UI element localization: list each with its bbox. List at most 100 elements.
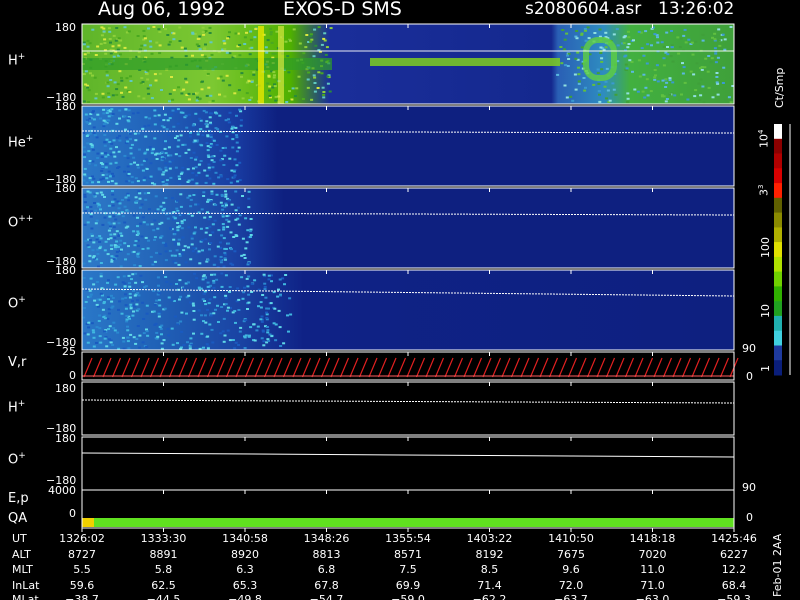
heatmap-cell xyxy=(179,320,183,323)
heatmap-cell xyxy=(126,336,130,339)
heatmap-cell xyxy=(247,206,251,209)
heatmap-cell xyxy=(175,207,179,210)
heatmap-cell xyxy=(83,156,87,159)
heatmap-cell xyxy=(126,157,130,160)
heatmap-cell xyxy=(679,37,683,40)
heatmap-cell xyxy=(198,48,202,51)
heatmap-cell xyxy=(714,61,718,64)
heatmap-cell xyxy=(204,123,208,125)
heatmap-cell xyxy=(94,97,98,100)
heatmap-cell xyxy=(252,73,256,76)
heatmap-cell xyxy=(88,117,92,120)
heatmap-cell xyxy=(86,244,90,247)
heatmap-cell xyxy=(253,279,257,282)
heatmap-cell xyxy=(83,332,87,335)
heatmap-cell xyxy=(85,84,89,87)
heatmap-cell xyxy=(170,76,173,78)
heatmap-cell xyxy=(133,161,136,164)
heatmap-cell xyxy=(180,92,184,95)
heatmap-cell xyxy=(97,205,101,208)
heatmap-cell xyxy=(180,252,184,255)
heatmap-cell xyxy=(240,72,244,75)
heatmap-cell xyxy=(102,125,106,128)
heatmap-cell xyxy=(99,292,103,295)
colorbar-swatch xyxy=(774,345,782,361)
heatmap-cell xyxy=(95,341,98,344)
heatmap-cell xyxy=(119,39,123,42)
heatmap-cell xyxy=(104,240,108,243)
footer-cell: 8571 xyxy=(394,548,422,561)
heatmap-cell xyxy=(706,70,710,73)
heatmap-cell xyxy=(583,28,587,30)
heatmap-cell xyxy=(197,250,201,253)
heatmap-cell xyxy=(192,304,196,307)
heatmap-cell xyxy=(257,305,260,308)
heatmap-cell xyxy=(123,115,127,118)
heatmap-cell xyxy=(180,222,184,225)
heatmap-cell xyxy=(127,199,131,202)
heatmap-cell xyxy=(103,141,107,144)
heatmap-cell xyxy=(130,175,134,178)
heatmap-cell xyxy=(246,285,250,288)
heatmap-cell xyxy=(627,36,631,39)
heatmap-cell xyxy=(107,279,110,282)
heatmap-cell xyxy=(130,278,133,281)
heatmap-cell xyxy=(86,86,90,89)
heatmap-cell xyxy=(90,322,94,325)
heatmap-cell xyxy=(92,283,96,286)
o-plus-2-trace xyxy=(81,452,735,458)
heatmap-cell xyxy=(198,262,202,265)
heatmap-cell xyxy=(102,119,106,122)
heatmap-cell xyxy=(673,94,677,97)
h-plus-2-trace xyxy=(81,399,735,404)
heatmap-cell xyxy=(222,237,226,240)
heatmap-cell xyxy=(288,90,291,93)
heatmap-cell xyxy=(177,175,181,178)
heatmap-cell xyxy=(210,328,214,331)
heatmap-cell xyxy=(125,318,129,321)
heatmap-cell xyxy=(103,38,107,41)
heatmap-cell xyxy=(124,296,128,299)
heatmap-cell xyxy=(248,99,252,101)
heatmap-cell xyxy=(676,36,680,39)
heatmap-cell xyxy=(221,223,225,226)
heatmap-cell xyxy=(87,150,91,153)
heatmap-cell xyxy=(206,281,210,284)
heatmap-cell xyxy=(210,53,214,56)
heatmap-cell xyxy=(82,316,86,319)
heatmap-cell xyxy=(92,331,96,334)
heatmap-cell xyxy=(158,152,162,155)
heatmap-cell xyxy=(157,299,161,302)
heatmap-cell xyxy=(95,281,99,283)
colorbar-tick-100: 100 xyxy=(759,237,772,258)
heatmap-cell xyxy=(565,96,569,99)
heatmap-cell xyxy=(269,33,273,36)
h-plus-streak-a xyxy=(258,26,264,104)
heatmap-cell xyxy=(294,95,297,98)
heatmap-cell xyxy=(122,340,126,343)
heatmap-cell xyxy=(269,302,273,305)
heatmap-cell xyxy=(201,134,205,137)
heatmap-cell xyxy=(101,92,105,95)
heatmap-cell xyxy=(200,239,204,242)
heatmap-cell xyxy=(128,292,132,295)
heatmap-cell xyxy=(89,293,93,296)
heatmap-cell xyxy=(247,80,251,83)
heatmap-cell xyxy=(666,53,670,56)
heatmap-cell xyxy=(158,304,162,307)
heatmap-cell xyxy=(599,46,603,49)
heatmap-cell xyxy=(718,44,722,47)
heatmap-cell xyxy=(158,72,162,75)
heatmap-cell xyxy=(102,301,106,303)
o-plus-2-ymax: 180 xyxy=(55,432,76,445)
heatmap-cell xyxy=(284,40,288,43)
heatmap-cell xyxy=(237,309,241,311)
heatmap-cell xyxy=(212,263,216,266)
heatmap-cell xyxy=(115,93,119,96)
heatmap-cell xyxy=(174,153,178,156)
heatmap-cell xyxy=(664,100,668,103)
heatmap-cell xyxy=(106,81,110,84)
heatmap-cell xyxy=(132,289,135,292)
heatmap-cell xyxy=(90,146,94,149)
heatmap-cell xyxy=(310,38,314,41)
